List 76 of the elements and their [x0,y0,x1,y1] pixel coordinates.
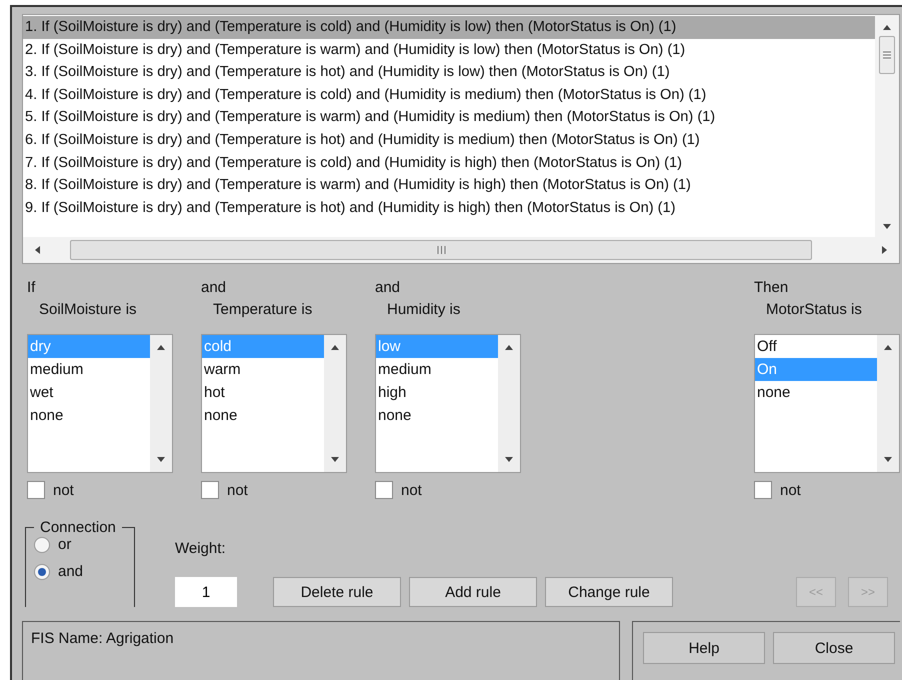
variable-label: Temperature is [212,300,314,320]
variable-label: MotorStatus is [765,300,863,320]
not-checkbox[interactable] [27,481,45,499]
up-arrow-icon[interactable] [884,345,892,350]
down-arrow-icon[interactable] [505,457,513,462]
vertical-scrollbar[interactable] [875,15,899,237]
connector-label: and [375,278,402,298]
rule-row[interactable]: 5. If (SoilMoisture is dry) and (Temperature is warm) and (Humidity is medium) then (MotorStatus is On) (1) [23,106,875,129]
scrollbar[interactable] [324,335,346,472]
rule-row[interactable]: 7. If (SoilMoisture is dry) and (Temperature is cold) and (Humidity is high) then (MotorStatus is On) (1) [23,152,875,174]
term-option[interactable]: none [755,381,877,404]
term-option[interactable]: medium [376,358,498,381]
rule-row[interactable]: 1. If (SoilMoisture is dry) and (Temperature is cold) and (Humidity is low) then (MotorStatus is On) (1) [23,16,875,39]
radio-label: or [58,536,72,553]
not-checkbox[interactable] [375,481,393,499]
not-checkbox[interactable] [201,481,219,499]
not-checkbox[interactable] [754,481,772,499]
term-option[interactable]: high [376,381,498,404]
connector-label: Then [754,278,790,298]
radio-label: and [58,563,84,580]
group-title: Connection [39,519,117,536]
weight-label: Weight: [175,540,227,557]
rule-row[interactable]: 4. If (SoilMoisture is dry) and (Temperature is cold) and (Humidity is medium) then (MotorStatus is On) (1) [23,84,875,106]
variable-label: Humidity is [386,300,462,320]
connector-label: and [201,278,228,298]
term-option[interactable]: none [28,404,150,427]
rule-button[interactable]: Delete rule [273,577,401,607]
rule-row[interactable]: 3. If (SoilMoisture is dry) and (Temperature is hot) and (Humidity is low) then (MotorStatus is On) (1) [23,61,875,84]
up-arrow-icon[interactable] [505,345,513,350]
grip-icon [883,51,891,59]
not-label: not [780,482,801,498]
term-listbox[interactable]: low medium high none [375,334,521,473]
rule-row[interactable]: 9. If (SoilMoisture is dry) and (Temperature is hot) and (Humidity is high) then (MotorStatus is On) (1) [23,196,875,220]
term-listbox[interactable]: cold warm hot none [201,334,347,473]
variable-label: SoilMoisture is [38,300,138,320]
rule-row[interactable]: 2. If (SoilMoisture is dry) and (Temperature is warm) and (Humidity is low) then (MotorStatus is On) (1) [23,38,875,62]
term-option[interactable]: none [376,404,498,427]
scrollbar[interactable] [498,335,520,472]
dialog-button[interactable]: Help [643,632,765,664]
term-option[interactable]: warm [202,358,324,381]
connector-label: If [27,278,36,298]
not-label: not [401,482,422,498]
rule-list[interactable] [22,14,900,264]
term-option[interactable]: medium [28,358,150,381]
status-text: FIS Name: Agrigation [31,630,174,647]
term-listbox[interactable]: dry medium wet none [27,334,173,473]
up-arrow-icon[interactable] [157,345,165,350]
scroll-thumb[interactable] [70,240,812,260]
not-label: not [227,482,248,498]
rule-button[interactable]: Change rule [545,577,673,607]
right-arrow-icon[interactable] [882,246,887,254]
down-arrow-icon[interactable] [157,457,165,462]
weight-field[interactable]: 1 [175,577,237,607]
rule-button[interactable]: Add rule [409,577,537,607]
not-label: not [53,482,74,498]
scrollbar[interactable] [877,335,899,472]
term-option[interactable]: wet [28,381,150,404]
down-arrow-icon[interactable] [883,224,891,229]
up-arrow-icon[interactable] [331,345,339,350]
down-arrow-icon[interactable] [884,457,892,462]
term-option[interactable]: hot [202,381,324,404]
grip-icon [436,246,446,254]
left-arrow-icon[interactable] [35,246,40,254]
term-option[interactable]: Off [755,335,877,358]
down-arrow-icon[interactable] [331,457,339,462]
rule-row[interactable]: 6. If (SoilMoisture is dry) and (Temperature is hot) and (Humidity is medium) then (MotorStatus is On) (1) [23,128,875,152]
scrollbar[interactable] [150,335,172,472]
radio-button[interactable] [34,536,50,552]
term-option[interactable]: none [202,404,324,427]
horizontal-scrollbar[interactable] [23,237,899,263]
term-listbox[interactable]: Off On none [754,334,900,473]
scroll-thumb[interactable] [879,36,895,74]
radio-button[interactable] [34,564,50,580]
rule-row[interactable]: 8. If (SoilMoisture is dry) and (Temperature is warm) and (Humidity is high) then (MotorStatus is On) (1) [23,174,875,197]
dialog-button[interactable]: Close [773,632,895,664]
up-arrow-icon[interactable] [883,25,891,30]
